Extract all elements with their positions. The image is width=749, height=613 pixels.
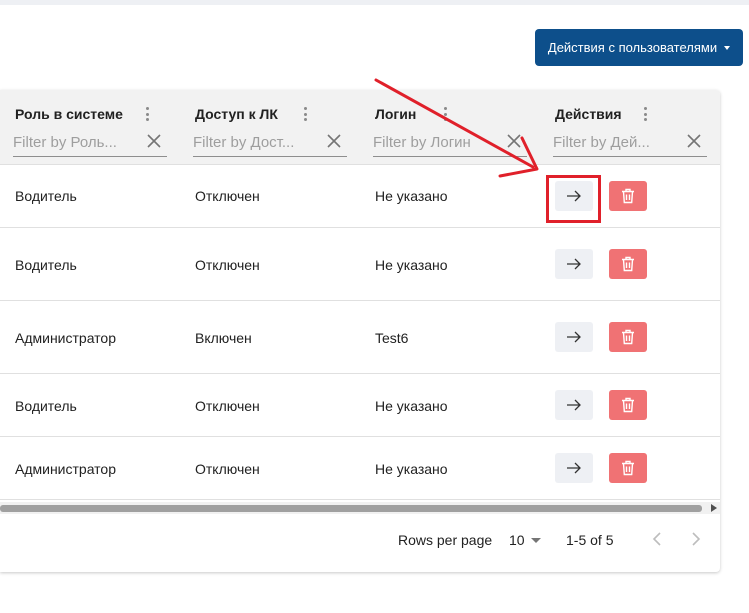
- scrollbar-thumb[interactable]: [0, 505, 702, 512]
- rows-per-page-select[interactable]: 10: [509, 530, 541, 550]
- cell-role: Водитель: [15, 398, 77, 414]
- filter-access-input[interactable]: [193, 130, 317, 154]
- cell-role: Администратор: [15, 461, 117, 477]
- user-actions-label: Действия с пользователями: [547, 40, 718, 55]
- table-row: Водитель Отключен Не указано: [0, 228, 720, 301]
- cell-login: Test6: [375, 330, 409, 346]
- close-icon[interactable]: [147, 134, 161, 148]
- trash-icon: [622, 329, 634, 345]
- filter-role-input[interactable]: [13, 130, 137, 154]
- trash-icon: [622, 397, 634, 413]
- column-access: Доступ к ЛК: [193, 90, 365, 165]
- delete-user-button[interactable]: [609, 390, 647, 420]
- chevron-left-icon: [652, 532, 661, 546]
- cell-access: Отключен: [195, 398, 260, 414]
- filter-login: [373, 130, 527, 157]
- more-vertical-icon[interactable]: [299, 105, 311, 123]
- more-vertical-icon[interactable]: [639, 105, 651, 123]
- previous-page-button[interactable]: [644, 526, 670, 552]
- column-role: Роль в системе: [13, 90, 185, 165]
- arrow-right-icon: [567, 399, 581, 411]
- horizontal-scrollbar[interactable]: [0, 502, 720, 514]
- filter-access: [193, 130, 347, 157]
- more-vertical-icon[interactable]: [141, 105, 153, 123]
- rows-per-page-label: Rows per page: [398, 532, 493, 548]
- scroll-right-icon[interactable]: [711, 504, 717, 512]
- table-row: Водитель Отключен Не указано: [0, 374, 720, 437]
- top-strip: [0, 0, 749, 5]
- arrow-right-icon: [567, 190, 581, 202]
- cell-login: Не указано: [375, 257, 448, 273]
- open-user-button[interactable]: [555, 322, 593, 352]
- table-header: Роль в системе Доступ к ЛК Логин: [0, 90, 720, 165]
- chevron-right-icon: [692, 532, 701, 546]
- cell-role: Администратор: [15, 330, 117, 346]
- filter-actions: [553, 130, 707, 157]
- column-title-login: Логин: [375, 106, 417, 122]
- trash-icon: [622, 256, 634, 272]
- users-table-card: Роль в системе Доступ к ЛК Логин: [0, 90, 720, 572]
- filter-actions-input[interactable]: [553, 130, 677, 154]
- page-range-text: 1-5 of 5: [566, 532, 614, 548]
- column-login: Логин: [373, 90, 545, 165]
- next-page-button[interactable]: [683, 526, 709, 552]
- user-actions-dropdown-button[interactable]: Действия с пользователями: [535, 29, 743, 66]
- table-row: Администратор Включен Test6: [0, 301, 720, 374]
- trash-icon: [622, 188, 634, 204]
- delete-user-button[interactable]: [609, 322, 647, 352]
- delete-user-button[interactable]: [609, 181, 647, 211]
- filter-login-input[interactable]: [373, 130, 497, 154]
- table-row: Администратор Отключен Не указано: [0, 437, 720, 500]
- cell-login: Не указано: [375, 188, 448, 204]
- open-user-button[interactable]: [555, 181, 593, 211]
- arrow-right-icon: [567, 462, 581, 474]
- cell-access: Отключен: [195, 188, 260, 204]
- delete-user-button[interactable]: [609, 249, 647, 279]
- close-icon[interactable]: [327, 134, 341, 148]
- column-title-actions: Действия: [555, 106, 622, 122]
- table-row: Водитель Отключен Не указано: [0, 165, 720, 228]
- column-actions: Действия: [553, 90, 720, 165]
- table-pagination: Rows per page 10 1-5 of 5: [0, 514, 720, 572]
- open-user-button[interactable]: [555, 390, 593, 420]
- open-user-button[interactable]: [555, 249, 593, 279]
- caret-down-icon: [724, 46, 731, 50]
- cell-login: Не указано: [375, 398, 448, 414]
- open-user-button[interactable]: [555, 453, 593, 483]
- cell-login: Не указано: [375, 461, 448, 477]
- cell-access: Отключен: [195, 461, 260, 477]
- cell-role: Водитель: [15, 257, 77, 273]
- filter-role: [13, 130, 167, 157]
- more-vertical-icon[interactable]: [439, 105, 451, 123]
- trash-icon: [622, 460, 634, 476]
- column-title-access: Доступ к ЛК: [195, 106, 278, 122]
- close-icon[interactable]: [507, 134, 521, 148]
- column-title-role: Роль в системе: [15, 106, 123, 122]
- cell-access: Включен: [195, 330, 252, 346]
- delete-user-button[interactable]: [609, 453, 647, 483]
- arrow-right-icon: [567, 331, 581, 343]
- arrow-right-icon: [567, 258, 581, 270]
- cell-role: Водитель: [15, 188, 77, 204]
- cell-access: Отключен: [195, 257, 260, 273]
- close-icon[interactable]: [687, 134, 701, 148]
- rows-per-page-value: 10: [509, 532, 525, 548]
- dropdown-arrow-icon: [530, 537, 541, 543]
